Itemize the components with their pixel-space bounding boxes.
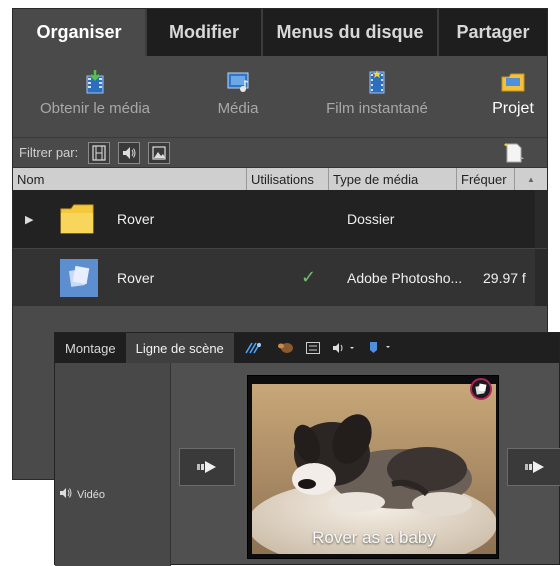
clip-caption: Rover as a baby — [312, 528, 436, 547]
instant-movie-label: Film instantané — [326, 100, 428, 117]
get-media-button[interactable]: Obtenir le média — [25, 70, 165, 117]
marker-menu-icon[interactable] — [368, 341, 392, 355]
dog-photo: Rover as a baby — [252, 384, 496, 554]
smart-trim-icon[interactable] — [276, 341, 294, 355]
photoshop-file-icon — [60, 258, 98, 297]
expand-arrow-icon[interactable]: ▶ — [25, 213, 33, 226]
transition-slot-left[interactable] — [179, 448, 235, 486]
video-track-label: Vidéo — [59, 487, 105, 502]
row-type: Adobe Photosho... — [347, 269, 463, 286]
smart-fix-icon[interactable] — [244, 341, 264, 355]
tab-montage[interactable]: Montage — [55, 333, 126, 363]
row-name: Rover — [117, 269, 155, 286]
media-label: Média — [217, 100, 259, 117]
project-button[interactable]: Projet — [483, 70, 543, 118]
media-button[interactable]: Média — [203, 70, 273, 117]
video-label: Vidéo — [77, 488, 105, 501]
filter-bar: Filtrer par: — [13, 138, 547, 168]
tab-partager[interactable]: Partager — [439, 9, 547, 56]
filter-video-button[interactable] — [88, 141, 111, 164]
tab-organiser[interactable]: Organiser — [13, 9, 147, 56]
speaker-icon[interactable] — [59, 487, 73, 502]
column-header-utilisations[interactable]: Utilisations — [247, 168, 329, 190]
filter-audio-button[interactable] — [118, 141, 141, 164]
film-download-icon — [86, 70, 104, 94]
film-strip-icon — [92, 144, 106, 161]
scroll-up-arrow-icon[interactable]: ▲ — [515, 175, 547, 184]
transition-slot-right[interactable] — [507, 448, 560, 486]
used-checkmark-icon: ✓ — [301, 267, 317, 287]
properties-icon[interactable] — [305, 342, 320, 354]
project-folder-icon — [501, 73, 525, 92]
media-icon — [227, 72, 249, 92]
transition-arrow-icon — [197, 461, 216, 473]
scene-clip-thumbnail[interactable]: Rover as a baby — [247, 375, 499, 559]
instant-movie-icon — [369, 70, 385, 94]
row-frequency: 29.97 f — [483, 269, 526, 286]
row-name: Rover — [117, 211, 155, 227]
table-row[interactable]: ▶ Rover Dossier — [13, 190, 547, 248]
speaker-icon — [123, 146, 136, 159]
workspace-tabs: Organiser Modifier Menus du disque Parta… — [13, 9, 547, 56]
folder-icon — [60, 204, 94, 234]
column-header-frequence[interactable]: Fréquer — [457, 168, 515, 190]
audio-menu-icon[interactable] — [332, 342, 356, 354]
tab-ligne-de-scene[interactable]: Ligne de scène — [125, 333, 234, 363]
column-header-type[interactable]: Type de média — [329, 168, 457, 190]
timeline-toolbar — [244, 341, 392, 355]
image-icon — [152, 145, 166, 160]
table-row[interactable]: Rover ✓ Adobe Photosho... 29.97 f — [13, 248, 547, 306]
organiser-toolbar: Obtenir le média Média Film instantané P… — [13, 56, 547, 138]
instant-movie-button[interactable]: Film instantané — [313, 70, 441, 117]
timeline-tabs: Montage Ligne de scène — [55, 333, 559, 363]
photoshop-badge-icon[interactable] — [470, 378, 492, 400]
transition-arrow-icon — [525, 461, 544, 473]
vertical-scrollbar[interactable] — [535, 190, 547, 248]
column-header-nom[interactable]: Nom — [13, 168, 247, 190]
filter-image-button[interactable] — [148, 141, 171, 164]
new-item-icon[interactable] — [503, 142, 525, 164]
column-header-row: Nom Utilisations Type de média Fréquer ▲ — [13, 168, 547, 190]
video-track-header: Vidéo — [55, 363, 171, 566]
project-label: Projet — [492, 100, 534, 117]
tab-menus-du-disque[interactable]: Menus du disque — [263, 9, 439, 56]
vertical-scrollbar[interactable] — [535, 249, 547, 306]
get-media-label: Obtenir le média — [39, 100, 151, 117]
tab-modifier[interactable]: Modifier — [147, 9, 263, 56]
row-type: Dossier — [347, 211, 395, 227]
timeline-panel: Montage Ligne de scène Vidéo Rover as a … — [54, 332, 560, 566]
filter-label: Filtrer par: — [19, 145, 79, 160]
